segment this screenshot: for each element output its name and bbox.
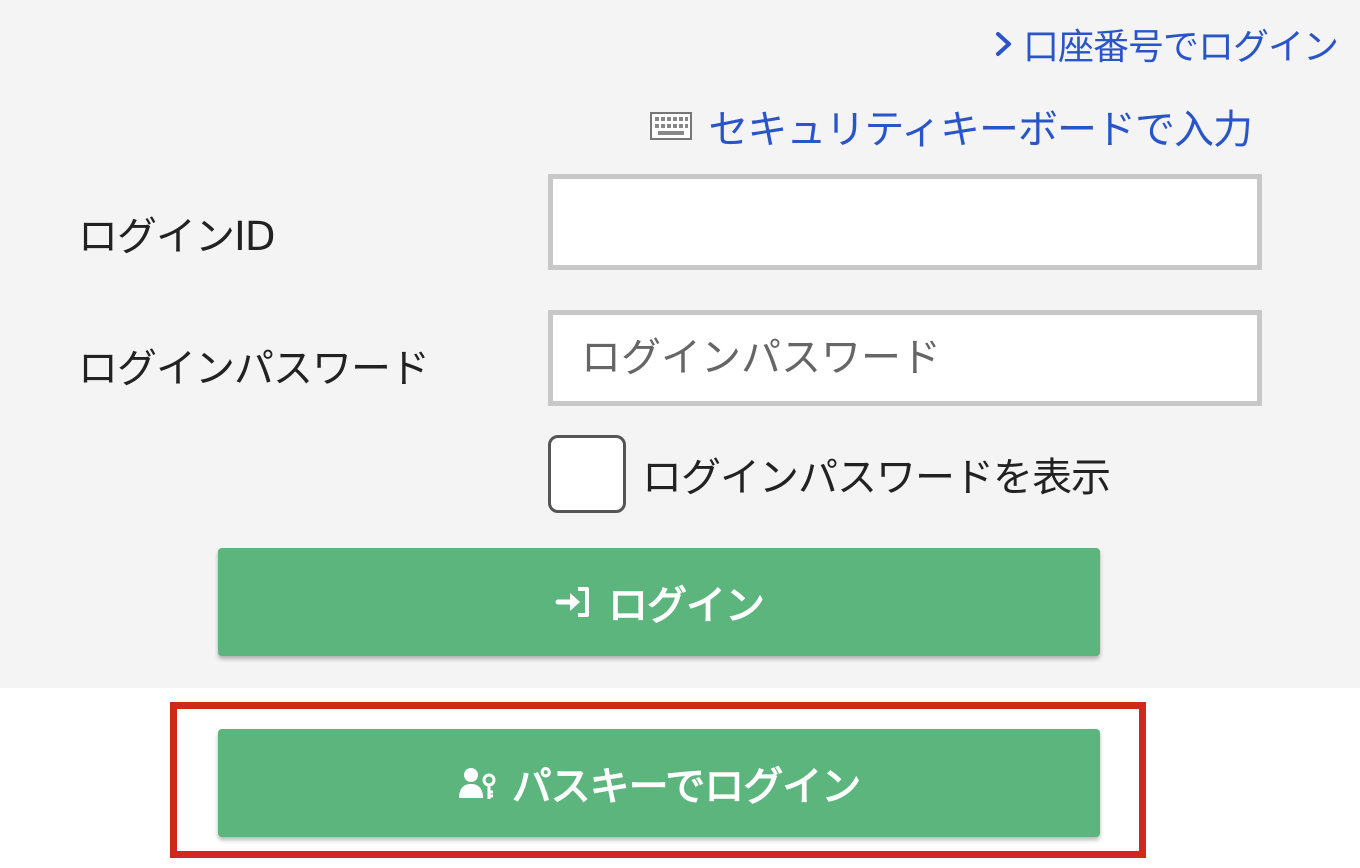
login-button-label: ログイン <box>608 583 765 629</box>
login-id-input[interactable] <box>548 174 1262 270</box>
login-page: 口座番号でログイン セキュリティキーボードで入力 ログインID ログインパスワー… <box>0 0 1360 868</box>
keyboard-icon <box>650 112 693 140</box>
show-password-checkbox[interactable] <box>548 435 626 513</box>
account-number-login-link[interactable]: 口座番号でログイン <box>993 18 1339 70</box>
login-password-input[interactable] <box>548 310 1262 406</box>
login-arrow-icon <box>555 587 589 617</box>
show-password-toggle[interactable]: ログインパスワードを表示 <box>548 432 1111 516</box>
login-panel: 口座番号でログイン セキュリティキーボードで入力 ログインID ログインパスワー… <box>0 0 1360 688</box>
chevron-right-icon <box>995 32 1011 56</box>
passkey-highlight-frame <box>170 702 1146 858</box>
security-keyboard-link[interactable]: セキュリティキーボードで入力 <box>650 98 1253 154</box>
account-number-login-label: 口座番号でログイン <box>1022 27 1339 68</box>
login-password-label: ログインパスワード <box>78 346 430 392</box>
show-password-label: ログインパスワードを表示 <box>642 455 1111 501</box>
login-id-label: ログインID <box>78 214 276 260</box>
security-keyboard-label: セキュリティキーボードで入力 <box>708 107 1253 153</box>
login-button[interactable]: ログイン <box>218 548 1100 656</box>
